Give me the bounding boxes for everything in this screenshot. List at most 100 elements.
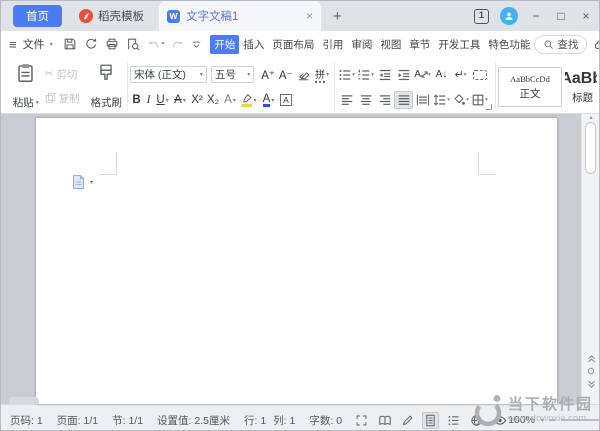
style-heading1[interactable]: AaBbA 标题 1: [565, 68, 597, 106]
text-effects-button[interactable]: A▾: [221, 94, 239, 106]
window-count-badge[interactable]: 1: [474, 9, 489, 24]
numbered-list-button[interactable]: ▾: [356, 68, 375, 82]
redo-icon[interactable]: [171, 38, 184, 51]
close-tab-icon[interactable]: ×: [306, 9, 313, 23]
underline-button[interactable]: U▾: [154, 94, 171, 106]
customize-toolbar-icon[interactable]: [191, 39, 202, 50]
vertical-scrollbar[interactable]: ▴: [581, 114, 599, 404]
read-mode-button[interactable]: [376, 412, 393, 429]
person-icon: [504, 11, 514, 21]
ribbon-tab-developer[interactable]: 开发工具: [434, 35, 484, 54]
wrap-button[interactable]: ↵ ▾: [451, 68, 470, 81]
ribbon-tab-home[interactable]: 开始: [210, 35, 239, 54]
hamburger-icon[interactable]: ≡: [9, 37, 17, 52]
bullet-list-button[interactable]: ▾: [337, 68, 356, 82]
strike-glyph: A: [174, 94, 182, 106]
status-word-count[interactable]: 字数: 0: [309, 413, 342, 428]
ribbon-tab-review[interactable]: 审阅: [347, 35, 376, 54]
web-layout-button[interactable]: [468, 412, 485, 429]
find-button[interactable]: 查找: [534, 35, 587, 54]
select-browse-object-button[interactable]: [582, 367, 600, 375]
decrease-indent-button[interactable]: [375, 68, 394, 82]
tab-home[interactable]: 首页: [13, 5, 62, 27]
zoom-slider[interactable]: [561, 419, 600, 421]
text-tools-button[interactable]: [470, 70, 489, 80]
subscript-button[interactable]: X₂: [205, 94, 221, 106]
align-right-button[interactable]: [375, 93, 394, 107]
status-page-number[interactable]: 页码: 1: [10, 413, 43, 428]
page-view-button[interactable]: [422, 412, 439, 429]
grow-font-button[interactable]: A⁺: [259, 68, 277, 82]
justify-button[interactable]: [394, 91, 413, 109]
font-name-select[interactable]: 宋体 (正文) ▾: [130, 66, 207, 83]
superscript-button[interactable]: X²: [189, 94, 205, 106]
chevron-down-icon: ▾: [464, 72, 467, 78]
font-color-button[interactable]: A▾: [259, 94, 278, 107]
outline-view-button[interactable]: [445, 412, 462, 429]
status-page-count[interactable]: 页面: 1/1: [57, 413, 98, 428]
line-spacing-button[interactable]: ▾: [432, 93, 451, 107]
save-icon[interactable]: [63, 37, 77, 51]
ribbon-tab-insert[interactable]: 插入: [239, 35, 268, 54]
font-name-value: 宋体 (正文): [134, 67, 186, 82]
ribbon-tab-page-layout[interactable]: 页面布局: [268, 35, 318, 54]
style-normal[interactable]: AaBbCcDd 正文: [498, 67, 562, 107]
minimize-button[interactable]: −: [529, 9, 543, 23]
paragraph-dialog-launcher[interactable]: [486, 104, 492, 110]
close-window-button[interactable]: ×: [579, 9, 593, 23]
italic-button[interactable]: I: [143, 94, 154, 106]
ribbon-tab-view[interactable]: 视图: [376, 35, 405, 54]
paste-button[interactable]: 粘贴▾: [7, 59, 45, 113]
chevron-down-icon: ▾: [371, 72, 374, 78]
copy-button[interactable]: 复制: [45, 91, 88, 106]
smart-paste-widget[interactable]: ▾: [71, 174, 93, 190]
export-pdf-icon[interactable]: [84, 37, 98, 51]
user-avatar[interactable]: [500, 7, 518, 25]
scrollbar-thumb[interactable]: [585, 122, 596, 174]
highlight-button[interactable]: ▾: [239, 93, 259, 107]
ribbon-tab-section[interactable]: 章节: [405, 35, 434, 54]
file-menu[interactable]: ≡ 文件 ▾: [9, 36, 53, 52]
align-center-button[interactable]: [356, 93, 375, 107]
horizontal-scrollbar-stub[interactable]: [9, 397, 39, 404]
clear-format-button[interactable]: [295, 68, 313, 81]
fullscreen-button[interactable]: [353, 412, 370, 429]
cut-button[interactable]: ✂ 剪切: [45, 67, 88, 82]
text-direction-button[interactable]: A↓: [432, 69, 451, 80]
zoom-out-button[interactable]: −: [549, 413, 556, 427]
increase-indent-button[interactable]: [394, 68, 413, 82]
style-preview: AaBbA: [565, 70, 597, 88]
distribute-button[interactable]: [413, 93, 432, 107]
ink-mode-button[interactable]: [399, 412, 416, 429]
strikethrough-button[interactable]: A▾: [171, 94, 189, 106]
eye-protection-button[interactable]: [491, 412, 508, 429]
shading-button[interactable]: ▾: [451, 93, 470, 107]
format-painter-button[interactable]: 格式刷: [87, 59, 125, 113]
shrink-font-button[interactable]: A⁻: [277, 68, 295, 82]
eye-icon: [493, 414, 507, 427]
chevron-down-icon: ▾: [247, 71, 250, 78]
book-icon: [378, 414, 392, 427]
next-page-button[interactable]: [582, 380, 600, 389]
tab-document[interactable]: W 文字文稿1 ×: [159, 1, 321, 31]
previous-page-button[interactable]: [582, 354, 600, 363]
cloud-icon[interactable]: [594, 38, 600, 51]
print-preview-icon[interactable]: [126, 37, 140, 51]
bold-button[interactable]: B: [130, 94, 143, 106]
status-section[interactable]: 节: 1/1: [112, 413, 143, 428]
undo-button[interactable]: ▾: [147, 38, 165, 51]
zoom-level[interactable]: 100%: [508, 414, 535, 426]
tab-docer-templates[interactable]: 稻壳模板: [68, 1, 155, 31]
align-left-button[interactable]: [337, 93, 356, 107]
status-margin-setting[interactable]: 设置值: 2.5厘米: [157, 413, 230, 428]
character-scale-button[interactable]: A ▾: [413, 69, 432, 80]
ribbon-tab-references[interactable]: 引用: [318, 35, 347, 54]
new-tab-button[interactable]: +: [333, 8, 342, 25]
ribbon-tabs: 开始 插入 页面布局 引用 审阅 视图 章节 开发工具 特色功能: [210, 35, 534, 54]
character-border-button[interactable]: A: [278, 94, 294, 106]
phonetic-guide-button[interactable]: 拼 ▾: [312, 66, 332, 83]
font-size-select[interactable]: 五号 ▾: [211, 66, 254, 83]
maximize-button[interactable]: □: [554, 9, 568, 23]
print-icon[interactable]: [105, 37, 119, 51]
ribbon-tab-special-features[interactable]: 特色功能: [484, 35, 534, 54]
